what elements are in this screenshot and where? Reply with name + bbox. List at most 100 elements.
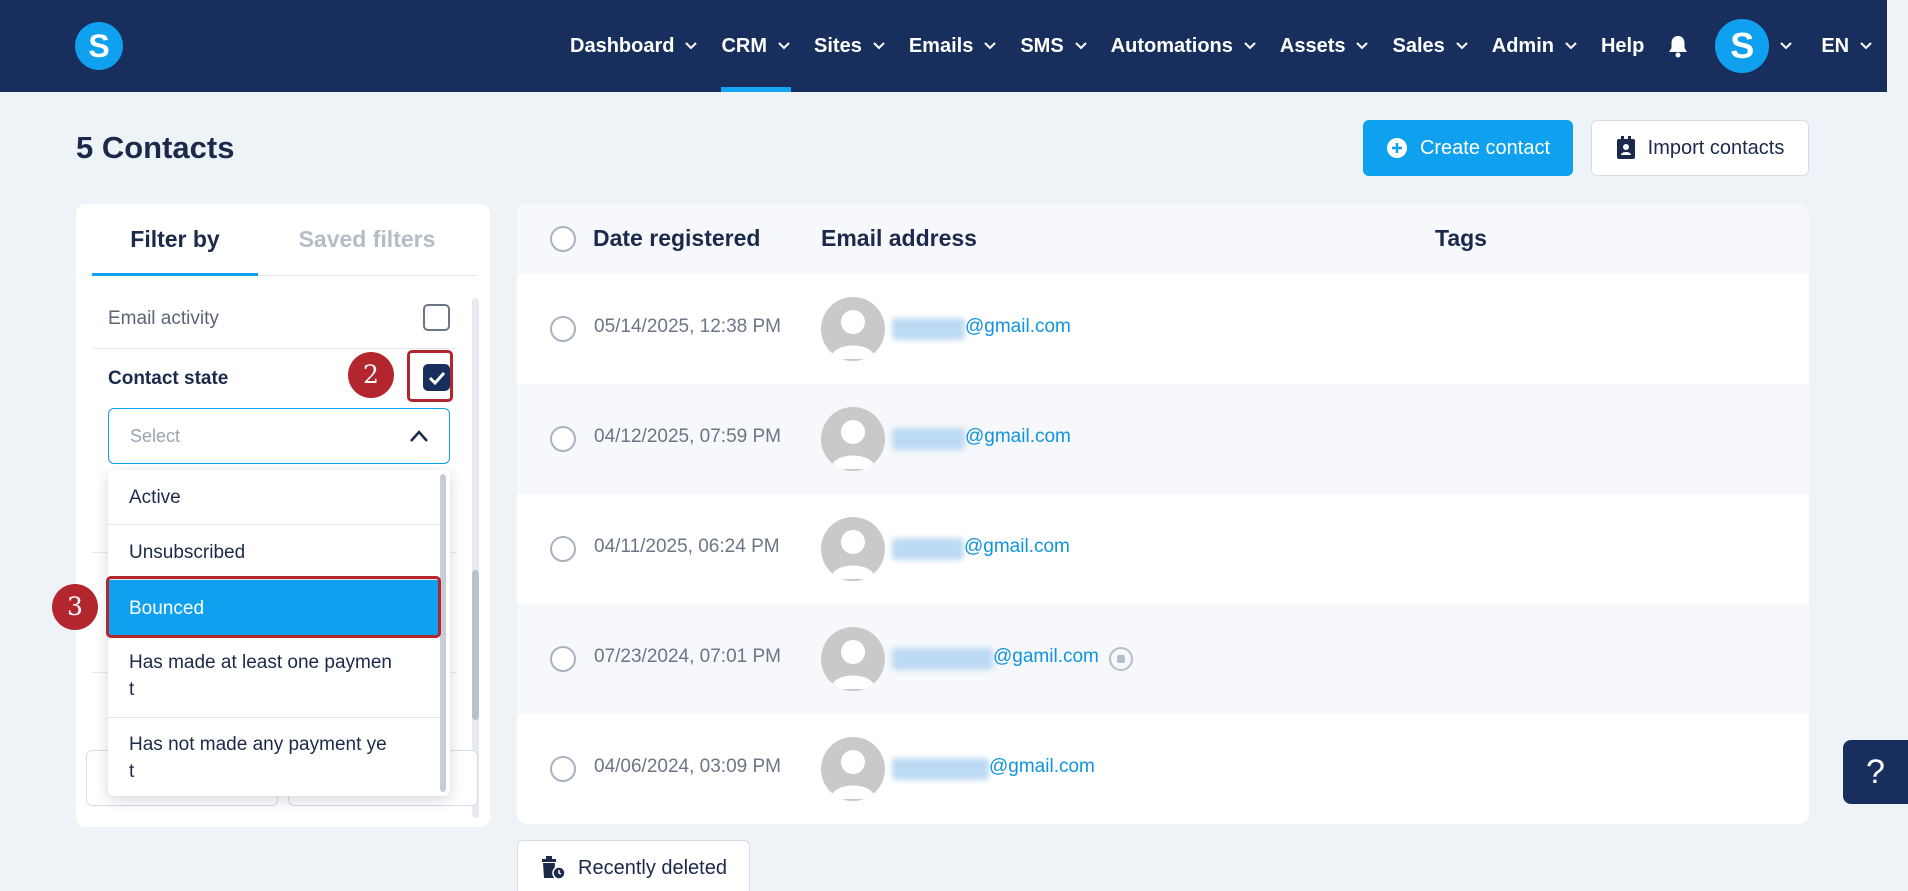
nav-sales-label: Sales [1392,34,1445,57]
annotation-step-2: 2 [348,352,394,398]
chevron-up-icon [410,430,428,442]
nav-sms[interactable]: SMS [1020,0,1087,92]
import-contacts-label: Import contacts [1647,136,1785,159]
chevron-down-icon [685,42,698,50]
contact-state-select[interactable]: Select [108,408,450,464]
select-placeholder: Select [130,426,181,446]
avatar [821,297,885,361]
option-label: Has not made any payment ye [129,734,387,755]
filter-tabs: Filter by Saved filters [92,204,476,276]
chevron-down-icon [1244,42,1256,50]
row-select-radio[interactable] [550,316,576,342]
avatar [821,407,885,471]
option-label: Has made at least one paymen [129,652,392,673]
blurred-email-local-part [892,318,965,340]
chevron-down-icon [1565,42,1577,50]
divider [92,348,456,349]
option-unsubscribed[interactable]: Unsubscribed [108,525,440,580]
option-label: Active [129,487,181,508]
email-link[interactable]: @gmail.com [965,316,1071,338]
language-label: EN [1821,34,1850,57]
nav-automations-label: Automations [1110,34,1233,57]
user-avatar[interactable]: S [1715,19,1770,73]
email-activity-label: Email activity [108,308,219,329]
table-row[interactable]: 07/23/2024, 07:01 PM @gamil.com [517,604,1809,714]
nav-help-label: Help [1600,34,1645,57]
filter-scrollbar-thumb[interactable] [472,570,479,720]
nav-sales[interactable]: Sales [1392,0,1468,92]
email-link[interactable]: @gmail.com [965,426,1071,448]
chevron-down-icon [1074,42,1087,50]
filter-panel: Filter by Saved filters Email activity C… [76,204,490,827]
nav-crm-label: CRM [721,34,768,57]
email-activity-checkbox[interactable] [423,304,450,331]
table-row[interactable]: 05/14/2025, 12:38 PM @gmail.com [517,274,1809,384]
table-row[interactable]: 04/12/2025, 07:59 PM @gmail.com [517,384,1809,494]
option-has-made-payment[interactable]: Has made at least one paymen t [108,636,440,718]
nav-sites[interactable]: Sites [814,0,886,92]
annotation-highlight-bounced [106,576,441,638]
create-contact-button[interactable]: Create contact [1363,120,1573,176]
active-tab-underline [92,273,258,276]
row-select-radio[interactable] [550,646,576,672]
blurred-email-local-part [892,758,989,780]
nav-assets[interactable]: Assets [1280,0,1370,92]
table-header: Date registered Email address Tags [517,204,1809,274]
email-link[interactable]: @gmail.com [989,756,1095,778]
col-date-registered[interactable]: Date registered [593,225,760,252]
filter-scrollbar-track[interactable] [472,298,479,818]
contacts-table: Date registered Email address Tags 05/14… [517,204,1809,824]
import-contacts-button[interactable]: Import contacts [1591,120,1809,176]
plus-circle-icon [1386,138,1407,158]
table-row[interactable]: 04/11/2025, 06:24 PM @gmail.com [517,494,1809,604]
avatar [821,627,885,691]
recently-deleted-label: Recently deleted [578,856,727,879]
avatar [821,737,885,801]
annotation-step-3: 3 [52,584,98,630]
nav-admin-label: Admin [1491,34,1554,57]
nav-emails-label: Emails [908,34,974,57]
col-email-address[interactable]: Email address [821,225,977,252]
table-row[interactable]: 04/06/2024, 03:09 PM @gmail.com [517,714,1809,824]
nav-assets-label: Assets [1279,34,1346,57]
create-contact-label: Create contact [1419,136,1551,159]
email-link[interactable]: @gmail.com [964,536,1070,558]
chevron-down-icon [1456,42,1468,50]
col-tags[interactable]: Tags [1435,225,1487,252]
nav-sms-label: SMS [1020,34,1064,57]
nav-dashboard[interactable]: Dashboard [570,0,698,92]
bounced-status-icon [1109,647,1133,671]
tab-saved-filters[interactable]: Saved filters [258,226,476,253]
option-no-payment[interactable]: Has not made any payment ye t [108,718,440,796]
chevron-down-icon[interactable] [1779,41,1793,51]
tab-filter-by[interactable]: Filter by [92,226,258,253]
chevron-down-icon [984,42,997,50]
date-cell: 05/14/2025, 12:38 PM [594,316,781,337]
annotation-highlight-checkbox [407,350,453,402]
app-logo[interactable]: S [75,22,123,70]
nav-crm[interactable]: CRM [721,0,791,92]
option-active[interactable]: Active [108,470,440,525]
trash-clock-icon [542,856,566,880]
row-select-radio[interactable] [550,426,576,452]
select-all-radio[interactable] [550,226,576,252]
nav-automations[interactable]: Automations [1111,0,1257,92]
notifications-button[interactable] [1667,34,1689,58]
nav-dashboard-label: Dashboard [570,34,675,57]
nav-emails[interactable]: Emails [909,0,997,92]
recently-deleted-button[interactable]: Recently deleted [517,840,750,891]
bell-icon [1669,36,1688,58]
option-label-wrap: t [129,679,135,700]
language-selector[interactable]: EN [1821,0,1873,92]
date-cell: 04/06/2024, 03:09 PM [594,756,781,777]
nav-admin[interactable]: Admin [1492,0,1578,92]
row-select-radio[interactable] [550,756,576,782]
row-select-radio[interactable] [550,536,576,562]
top-navbar: S Dashboard CRM Sites Emails SMS Automat… [0,0,1887,92]
option-label: Unsubscribed [129,542,246,563]
blurred-email-local-part [892,428,965,450]
nav-help[interactable]: Help [1601,0,1644,92]
chevron-down-icon [1860,42,1872,50]
email-link[interactable]: @gamil.com [993,646,1099,668]
help-widget-button[interactable]: ? [1843,740,1908,804]
